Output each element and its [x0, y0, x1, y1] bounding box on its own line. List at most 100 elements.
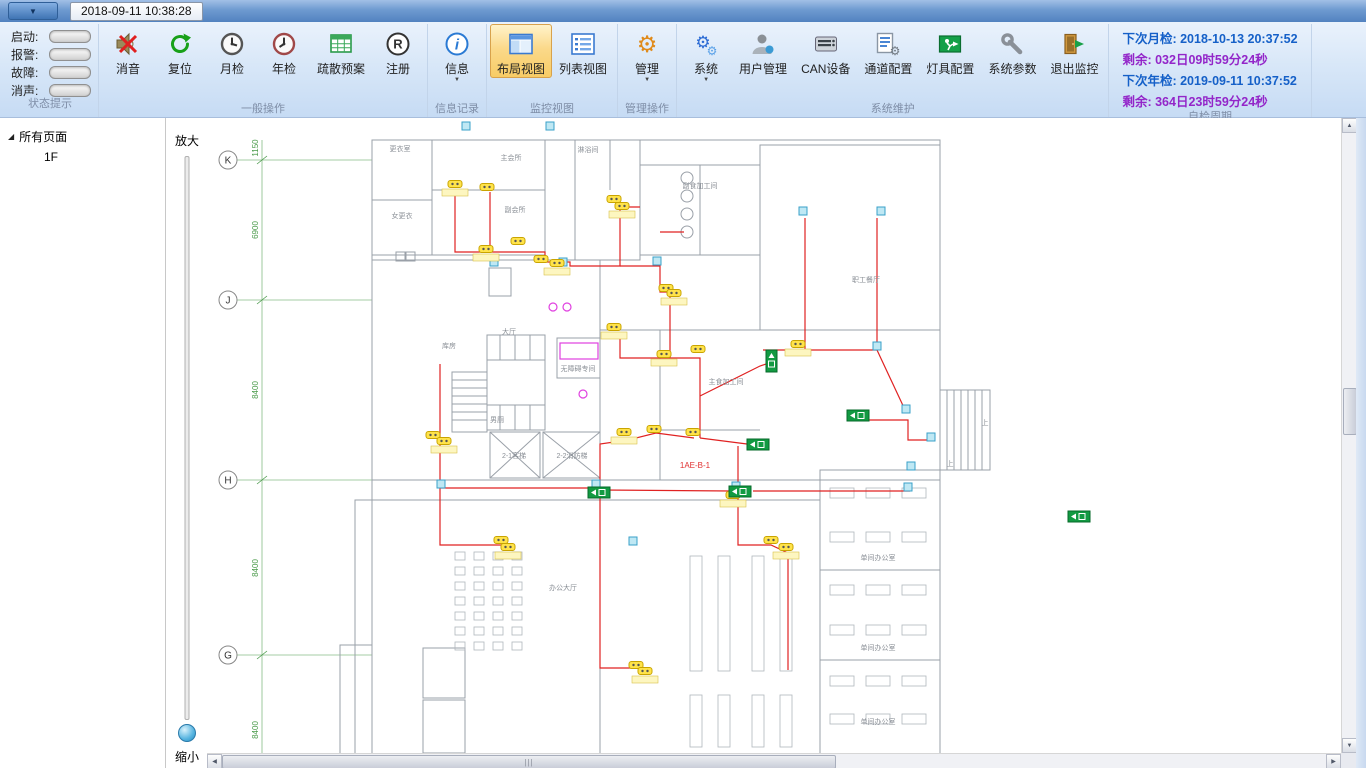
lamp-icon[interactable] [686, 429, 700, 436]
exit-sign-icon[interactable] [729, 486, 751, 497]
lamp-icon[interactable] [431, 438, 457, 454]
ribbon-button-label: 注册 [386, 60, 410, 77]
status-group-rows: 启动:报警:故障:消声: [5, 24, 95, 97]
grid-letter: H [224, 476, 231, 487]
svg-text:⚙: ⚙ [707, 44, 718, 57]
device-node-icon[interactable] [629, 537, 637, 545]
lamp-icon[interactable] [534, 256, 548, 263]
scroll-left-button[interactable]: ◀ [207, 754, 222, 768]
ribbon-button-label: 通道配置 [864, 60, 912, 77]
vertical-scrollbar[interactable]: ▲ ▼ [1341, 118, 1356, 753]
selfcheck-line: 下次月检: 2018-10-13 20:37:52 [1122, 28, 1297, 47]
zoom-control: 放大 缩小 [167, 118, 207, 768]
ribbon-button-list[interactable]: 列表视图 [552, 24, 614, 78]
ribbon-button-user[interactable]: 用户管理 [732, 24, 794, 78]
app-menu-button[interactable]: ▼ [8, 2, 58, 20]
group-caption: 状态提示 [5, 97, 95, 112]
lamp-icon[interactable] [764, 537, 778, 544]
lamp-icon[interactable] [607, 196, 621, 203]
ribbon-group-buttons: ⚙⚙系统▼用户管理CAN设备⚙通道配置灯具配置系统参数退出监控 [680, 24, 1105, 102]
lamp-icon[interactable] [494, 537, 508, 544]
ribbon-button-mute[interactable]: 消音 [102, 24, 154, 78]
sidebar-item-all-pages[interactable]: ◢ 所有页面 [0, 128, 165, 145]
device-node-icon[interactable] [904, 483, 912, 491]
ribbon-button-label: 管理 [635, 60, 659, 77]
zoom-out-button[interactable]: 缩小 [167, 748, 207, 765]
scroll-down-button[interactable]: ▼ [1342, 738, 1357, 753]
status-row: 故障: [11, 65, 91, 79]
info-icon: i [444, 29, 470, 59]
ribbon-button-system[interactable]: ⚙⚙系统▼ [680, 24, 732, 85]
device-node-icon[interactable] [907, 462, 915, 470]
sidebar-item-1f[interactable]: 1F [0, 150, 165, 164]
device-node-icon[interactable] [873, 342, 881, 350]
ribbon-button-params[interactable]: 系统参数 [981, 24, 1043, 78]
ribbon-button-manage[interactable]: ⚙管理▼ [621, 24, 673, 85]
ribbon-button-register[interactable]: R注册 [372, 24, 424, 78]
ribbon-button-monthly[interactable]: 月检 [206, 24, 258, 78]
device-node-icon[interactable] [877, 207, 885, 215]
status-label: 故障: [11, 64, 49, 81]
vertical-scroll-thumb[interactable] [1343, 388, 1357, 435]
ribbon-button-channel[interactable]: ⚙通道配置 [857, 24, 919, 78]
device-node-icon[interactable] [799, 207, 807, 215]
lamp-icon[interactable] [609, 203, 635, 219]
horizontal-scroll-thumb[interactable]: ||| [222, 755, 836, 768]
exit-sign-icon[interactable] [1068, 511, 1090, 522]
lamp-icon[interactable] [691, 346, 705, 353]
ribbon-group-buttons: i信息▼ [431, 24, 483, 102]
ribbon-group: ⚙⚙系统▼用户管理CAN设备⚙通道配置灯具配置系统参数退出监控系统维护 [677, 24, 1109, 117]
device-node-icon[interactable] [462, 122, 470, 130]
lamp-icon[interactable] [773, 544, 799, 560]
exit-sign-icon[interactable] [847, 410, 869, 421]
floor-plan-canvas[interactable]: KJHG11506900840084008400更衣室女更衣主会所副会所淋浴间副… [207, 118, 1341, 753]
ribbon-button-layout[interactable]: 布局视图 [490, 24, 552, 78]
ribbon-button-plan[interactable]: 疏散预案 [310, 24, 372, 78]
horizontal-scrollbar[interactable]: ◀ ||| ▶ [207, 753, 1341, 768]
device-node-icon[interactable] [546, 122, 554, 130]
ribbon-button-exit[interactable]: 退出监控 [1043, 24, 1105, 78]
device-node-icon[interactable] [653, 257, 661, 265]
ribbon-group-buttons: 消音复位月检年检疏散预案R注册 [102, 24, 424, 102]
lamp-icon[interactable] [442, 181, 468, 197]
exit-sign-icon[interactable] [766, 350, 777, 372]
lamp-icon[interactable] [480, 184, 494, 191]
ribbon-button-annual[interactable]: 年检 [258, 24, 310, 78]
zoom-in-button[interactable]: 放大 [167, 132, 207, 149]
status-label: 报警: [11, 46, 49, 63]
zoom-slider-track[interactable] [185, 156, 190, 720]
ribbon-button-lamp[interactable]: 灯具配置 [919, 24, 981, 78]
lamp-icon[interactable] [601, 324, 627, 340]
dimension-label: 1150 [251, 139, 260, 157]
device-node-icon[interactable] [902, 405, 910, 413]
mute-icon [115, 29, 141, 59]
tree-expand-icon: ◢ [8, 132, 14, 141]
exit-icon [1061, 29, 1087, 59]
lamp-icon[interactable] [647, 426, 661, 433]
status-indicator [49, 66, 91, 79]
lamp-icon[interactable] [495, 544, 521, 560]
lamp-icon[interactable] [473, 246, 499, 262]
grid-letter: K [225, 156, 232, 167]
status-label: 启动: [11, 28, 49, 45]
group-caption: 管理操作 [621, 102, 673, 117]
lamp-icon[interactable] [611, 429, 637, 445]
exit-sign-icon[interactable] [588, 487, 610, 498]
lamp-icon[interactable] [632, 668, 658, 684]
ribbon-button-reset[interactable]: 复位 [154, 24, 206, 78]
device-node-icon[interactable] [927, 433, 935, 441]
device-node-icon[interactable] [437, 480, 445, 488]
list-icon [570, 29, 596, 59]
lamp-icon[interactable] [785, 341, 811, 357]
ribbon-button-info[interactable]: i信息▼ [431, 24, 483, 85]
zoom-slider-handle[interactable] [178, 724, 196, 742]
window-frame [1356, 118, 1366, 768]
exit-sign-icon[interactable] [747, 439, 769, 450]
scroll-right-button[interactable]: ▶ [1326, 754, 1341, 768]
scroll-up-button[interactable]: ▲ [1342, 118, 1357, 133]
main-area: ◢ 所有页面 1F 放大 缩小 KJHG11506900840084008400… [0, 118, 1366, 768]
floor-plan-svg[interactable]: KJHG11506900840084008400更衣室女更衣主会所副会所淋浴间副… [207, 118, 1341, 753]
ribbon-button-can[interactable]: CAN设备 [794, 24, 857, 78]
lamp-icon[interactable] [511, 238, 525, 245]
status-indicator [49, 30, 91, 43]
